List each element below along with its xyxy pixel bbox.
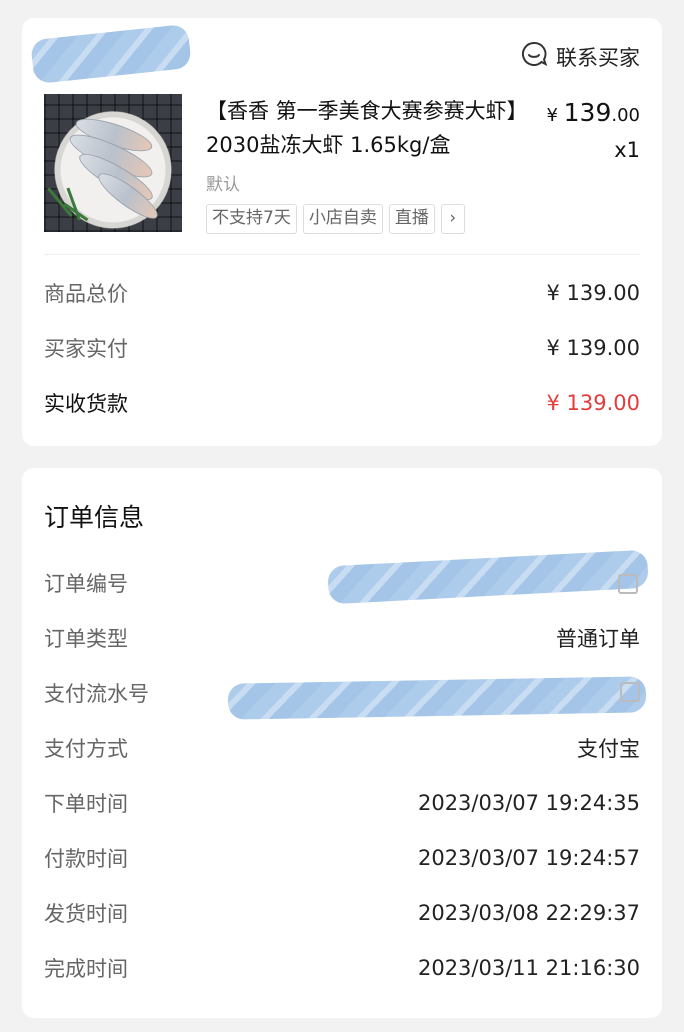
product-title[interactable]: 【香香 第一季美食大赛参赛大虾】2030盐冻大虾 1.65kg/盒: [206, 94, 532, 162]
order-product-card: 联系买家 【香香 第一季美食大赛参赛大虾】2030盐冻大虾 1.65kg/盒 ¥…: [22, 18, 662, 446]
tag-self-sale: 小店自卖: [302, 204, 383, 234]
info-label: 支付流水号: [44, 682, 149, 706]
summary-row-buyer-paid: 买家实付 ¥ 139.00: [44, 333, 640, 363]
product-image[interactable]: [44, 94, 182, 232]
info-label: 下单时间: [44, 792, 128, 816]
redacted-buyer-name: [30, 23, 192, 85]
info-row-complete-time: 完成时间 2023/03/11 21:16:30: [44, 953, 640, 983]
summary-row-received: 实收货款 ¥ 139.00: [44, 388, 640, 418]
summary-row-total: 商品总价 ¥ 139.00: [44, 278, 640, 308]
order-info-card: 订单信息 订单编号 订单类型 普通订单 支付流水号 支付方式 支付宝 下单时间 …: [22, 468, 662, 1018]
product-variant: 默认: [206, 175, 240, 195]
info-label: 发货时间: [44, 902, 128, 926]
chat-bubble-icon: [520, 40, 548, 73]
info-value: 2023/03/08 22:29:37: [417, 901, 640, 925]
price-integer: 139: [563, 98, 612, 127]
summary-label: 实收货款: [44, 392, 128, 416]
price-decimal: .00: [611, 105, 640, 126]
info-row-pay-time: 付款时间 2023/03/07 19:24:57: [44, 843, 640, 873]
info-row-ship-time: 发货时间 2023/03/08 22:29:37: [44, 898, 640, 928]
contact-buyer-label: 联系买家: [556, 45, 640, 70]
divider: [44, 254, 640, 255]
info-value: 普通订单: [556, 627, 640, 651]
info-value: 2023/03/07 19:24:57: [417, 846, 640, 870]
info-row-payment-method: 支付方式 支付宝: [44, 733, 640, 763]
info-value: 2023/03/07 19:24:35: [417, 791, 640, 815]
currency-symbol: ¥: [546, 105, 558, 126]
info-label: 付款时间: [44, 847, 128, 871]
product-quantity: x1: [614, 138, 640, 162]
info-row-order-time: 下单时间 2023/03/07 19:24:35: [44, 788, 640, 818]
copy-icon[interactable]: [618, 574, 638, 594]
product-tags: 不支持7天 小店自卖 直播 ›: [206, 204, 465, 234]
info-label: 完成时间: [44, 957, 128, 981]
summary-value: ¥ 139.00: [546, 391, 640, 415]
product-price: ¥ 139.00: [546, 98, 640, 127]
redacted-payment-serial: [227, 676, 647, 720]
contact-buyer-button[interactable]: 联系买家: [520, 40, 640, 73]
copy-icon[interactable]: [620, 682, 640, 702]
info-value: 2023/03/11 21:16:30: [417, 956, 640, 980]
summary-label: 买家实付: [44, 337, 128, 361]
section-title: 订单信息: [44, 503, 145, 532]
info-label: 订单类型: [44, 627, 128, 651]
tag-live: 直播: [388, 204, 435, 234]
info-label: 订单编号: [44, 572, 128, 596]
info-value: 支付宝: [577, 737, 640, 761]
summary-label: 商品总价: [44, 282, 128, 306]
summary-value: ¥ 139.00: [546, 336, 640, 360]
chevron-right-icon[interactable]: ›: [440, 204, 465, 234]
info-row-order-type: 订单类型 普通订单: [44, 623, 640, 653]
summary-value: ¥ 139.00: [546, 281, 640, 305]
info-label: 支付方式: [44, 737, 128, 761]
tag-no-7day-return: 不支持7天: [206, 204, 297, 234]
